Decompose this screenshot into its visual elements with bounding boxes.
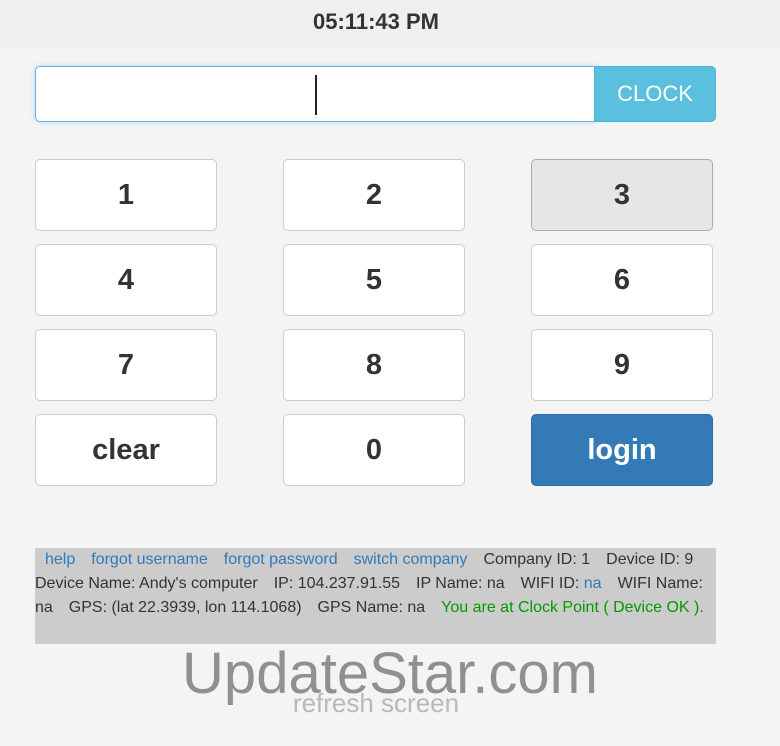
key-1[interactable]: 1 bbox=[35, 159, 217, 231]
forgot-username-link[interactable]: forgot username bbox=[91, 551, 208, 568]
gps-coordinates: GPS: (lat 22.3939, lon 114.1068) bbox=[68, 599, 302, 616]
login-button[interactable]: login bbox=[531, 414, 713, 486]
key-3[interactable]: 3 bbox=[531, 159, 713, 231]
text-caret bbox=[315, 75, 317, 115]
company-id: Company ID: 1 bbox=[483, 551, 591, 568]
help-link[interactable]: help bbox=[45, 551, 75, 568]
clear-button[interactable]: clear bbox=[35, 414, 217, 486]
pin-input[interactable] bbox=[35, 66, 595, 122]
current-time: 05:11:43 PM bbox=[313, 9, 439, 34]
clock-button[interactable]: CLOCK bbox=[594, 66, 716, 122]
wifi-id-value[interactable]: na bbox=[584, 575, 602, 592]
ip-address: IP: 104.237.91.55 bbox=[273, 575, 401, 592]
device-status: You are at Clock Point ( Device OK ). bbox=[441, 599, 704, 616]
gps-name: GPS Name: na bbox=[317, 599, 426, 616]
wifi-id-label: WIFI ID: bbox=[520, 575, 580, 592]
key-6[interactable]: 6 bbox=[531, 244, 713, 316]
key-5[interactable]: 5 bbox=[283, 244, 465, 316]
switch-company-link[interactable]: switch company bbox=[354, 551, 468, 568]
key-9[interactable]: 9 bbox=[531, 329, 713, 401]
device-info-panel: help forgot username forgot password switch… bbox=[35, 548, 716, 644]
device-name: Device Name: Andy's computer bbox=[35, 575, 258, 592]
refresh-screen-link[interactable]: refresh screen bbox=[0, 688, 752, 719]
key-0[interactable]: 0 bbox=[283, 414, 465, 486]
pin-input-group: CLOCK bbox=[35, 66, 716, 122]
key-4[interactable]: 4 bbox=[35, 244, 217, 316]
ip-name: IP Name: na bbox=[416, 575, 505, 592]
forgot-password-link[interactable]: forgot password bbox=[224, 551, 338, 568]
key-2[interactable]: 2 bbox=[283, 159, 465, 231]
key-7[interactable]: 7 bbox=[35, 329, 217, 401]
device-id: Device ID: 9 bbox=[606, 551, 694, 568]
key-8[interactable]: 8 bbox=[283, 329, 465, 401]
